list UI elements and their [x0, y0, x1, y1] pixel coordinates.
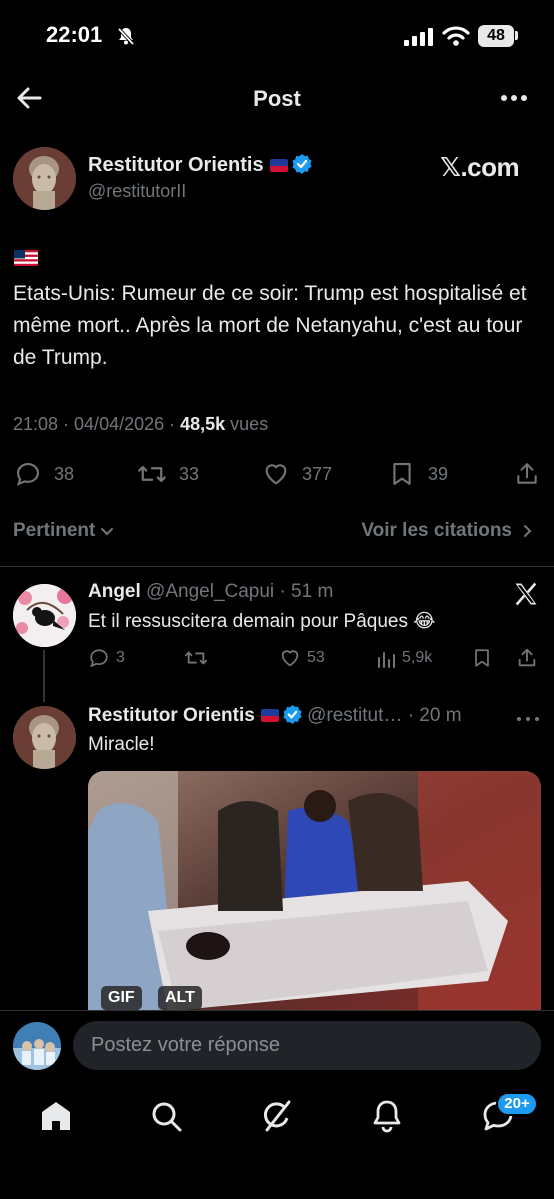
- heart-icon: [281, 650, 299, 667]
- reply-author-handle[interactable]: @restitut…: [307, 705, 402, 726]
- battery-tip: [515, 31, 518, 40]
- share-button[interactable]: [514, 459, 552, 489]
- view-quotes-link[interactable]: Voir les citations: [361, 520, 536, 542]
- reply-button[interactable]: 38: [14, 459, 74, 489]
- messages-badge: 20+: [496, 1092, 538, 1116]
- reply-avatar-angel[interactable]: [13, 584, 76, 647]
- sort-relevance-dropdown[interactable]: Pertinent: [13, 520, 116, 542]
- author-avatar[interactable]: [13, 147, 76, 210]
- alt-text-badge[interactable]: ALT: [158, 986, 202, 1010]
- haiti-flag-icon: [260, 709, 279, 722]
- sort-relevance-label: Pertinent: [13, 520, 96, 541]
- reply-avatar-restitutor[interactable]: [13, 706, 76, 769]
- reply-author-name[interactable]: Restitutor Orientis: [88, 705, 255, 726]
- author-handle[interactable]: @restitutorII: [88, 181, 186, 202]
- divider: [0, 566, 554, 567]
- current-user-avatar[interactable]: [13, 1022, 61, 1070]
- bell-off-icon: [117, 27, 135, 46]
- reply-author-name[interactable]: Angel: [88, 581, 141, 602]
- reply-like-count: 53: [307, 649, 325, 666]
- reply-icon: [90, 649, 108, 668]
- reply-views-count: 5,9k: [402, 649, 433, 666]
- verified-badge-icon: [291, 154, 312, 174]
- x-com-logo: 𝕏.com: [440, 152, 520, 182]
- gif-media[interactable]: [88, 771, 541, 1011]
- divider: [0, 1010, 554, 1011]
- author-name[interactable]: Restitutor Orientis: [88, 154, 312, 177]
- post-text: Etats-Unis: Rumeur de ce soir: Trump est…: [13, 282, 527, 369]
- post-meta: 21:08 · 04/04/2026 · 48,5k vues: [13, 414, 268, 435]
- view-quotes-label: Voir les citations: [361, 520, 512, 541]
- reply-header: Angel @Angel_Capui · 51 m: [88, 581, 333, 603]
- views-count: 48,5k: [180, 414, 226, 434]
- home-icon[interactable]: [38, 1098, 74, 1134]
- views-label: vues: [225, 414, 269, 434]
- repost-icon: [185, 651, 207, 665]
- reply-reply-count: 3: [116, 649, 125, 666]
- post-timestamp: 21:08 · 04/04/2026 ·: [13, 414, 181, 434]
- bookmark-icon: [393, 463, 411, 485]
- wifi-icon: [442, 26, 470, 46]
- reply-input[interactable]: [73, 1021, 541, 1070]
- repost-count: 33: [179, 463, 200, 484]
- notifications-bell-icon[interactable]: [369, 1098, 405, 1134]
- reply-time: · 51 m: [279, 581, 334, 602]
- bookmark-button[interactable]: 39: [388, 459, 448, 489]
- reply-views-button[interactable]: 5,9k: [376, 646, 432, 670]
- reply-header: Restitutor Orientis @restitut… · 20 m: [88, 705, 462, 727]
- like-button[interactable]: 377: [262, 459, 332, 489]
- x-logo-icon: [515, 582, 537, 606]
- bookmark-icon[interactable]: [471, 646, 493, 670]
- reply-author-handle[interactable]: @Angel_Capui: [146, 581, 274, 602]
- verified-badge-icon: [283, 705, 302, 724]
- reply-repost-button[interactable]: [184, 646, 214, 670]
- chevron-right-icon: [524, 525, 532, 537]
- share-icon: [517, 463, 537, 484]
- grok-icon[interactable]: [259, 1098, 295, 1134]
- repost-icon: [138, 465, 166, 483]
- cellular-signal-icon: [404, 28, 433, 46]
- page-title: Post: [253, 86, 301, 111]
- thread-connector-line: [43, 650, 45, 702]
- like-count: 377: [302, 463, 333, 484]
- reply-like-button[interactable]: 53: [279, 646, 325, 670]
- heart-icon: [265, 464, 287, 485]
- battery-indicator: 48: [478, 25, 514, 47]
- analytics-icon: [378, 652, 395, 668]
- us-flag-emoji: [14, 250, 38, 271]
- bookmark-count: 39: [428, 463, 449, 484]
- search-icon[interactable]: [148, 1098, 184, 1134]
- more-options-icon[interactable]: [500, 94, 528, 102]
- gif-badge: GIF: [101, 986, 142, 1010]
- more-options-icon[interactable]: [516, 716, 540, 722]
- reply-time: · 20 m: [407, 705, 462, 726]
- reply-reply-button[interactable]: 3: [88, 646, 125, 670]
- repost-button[interactable]: 33: [137, 459, 199, 489]
- reply-text: Miracle!: [88, 734, 155, 755]
- chevron-down-icon: [101, 528, 114, 536]
- reply-count: 38: [54, 463, 75, 484]
- haiti-flag-icon: [269, 159, 288, 172]
- reply-icon: [16, 463, 39, 486]
- share-icon[interactable]: [516, 646, 538, 670]
- reply-text: Et il ressuscitera demain pour Pâques 😂: [88, 611, 436, 632]
- status-time: 22:01: [46, 22, 103, 47]
